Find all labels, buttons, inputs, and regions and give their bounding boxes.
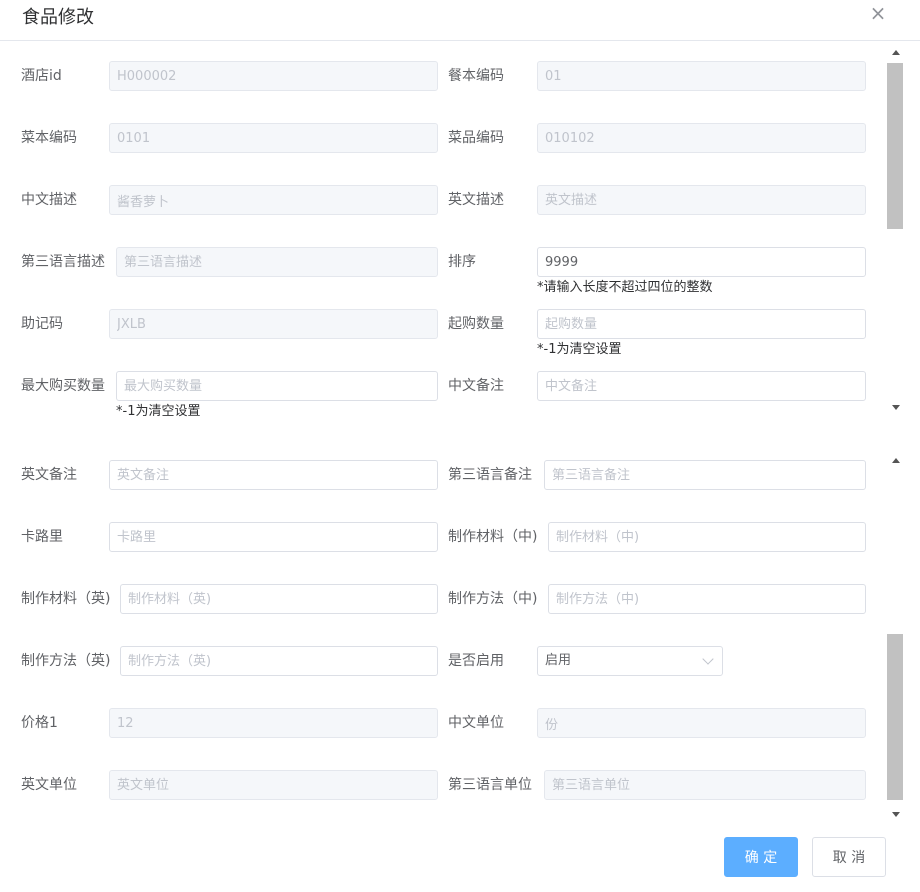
desc-third-label: 第三语言描述 — [21, 254, 105, 270]
note-cn-input[interactable] — [537, 371, 866, 401]
mnemonic-label: 助记码 — [21, 316, 63, 332]
scroll-up-icon[interactable] — [892, 50, 900, 55]
sort-label: 排序 — [448, 254, 476, 270]
mnemonic-input[interactable] — [109, 309, 438, 339]
enabled-label: 是否启用 — [448, 653, 504, 669]
enabled-select-value: 启用 — [545, 653, 572, 668]
sort-hint: *请输入长度不超过四位的整数 — [537, 280, 713, 295]
dish-code-label: 菜品编码 — [448, 130, 504, 146]
calories-label: 卡路里 — [21, 529, 63, 545]
min-qty-hint: *-1为清空设置 — [537, 342, 622, 357]
scroll-down-icon[interactable] — [892, 405, 900, 410]
menu-code-input[interactable] — [109, 123, 438, 153]
price1-label: 价格1 — [21, 715, 58, 731]
material-cn-label: 制作材料（中) — [448, 529, 538, 545]
method-en-input[interactable] — [120, 646, 438, 676]
unit-cn-input[interactable] — [537, 708, 866, 738]
unit-third-input[interactable] — [544, 770, 866, 800]
desc-en-label: 英文描述 — [448, 192, 504, 208]
chevron-down-icon — [702, 653, 714, 665]
scrollbar-bottom[interactable] — [884, 448, 906, 824]
calories-input[interactable] — [109, 522, 438, 552]
scrollbar-thumb-top[interactable] — [887, 63, 903, 229]
menu-code-label: 菜本编码 — [21, 130, 77, 146]
min-qty-input[interactable] — [537, 309, 866, 339]
dialog-header: 食品修改 × — [0, 0, 920, 41]
desc-cn-label: 中文描述 — [21, 192, 77, 208]
menu-book-code-label: 餐本编码 — [448, 68, 504, 84]
cancel-button[interactable]: 取 消 — [812, 837, 886, 877]
material-en-label: 制作材料（英) — [21, 591, 111, 607]
form-pane-top: 酒店id 餐本编码 菜本编码 菜品编码 中文描述 英文描述 第三语言描述 排序 … — [0, 42, 920, 426]
price1-input[interactable] — [109, 708, 438, 738]
dialog-title: 食品修改 — [22, 7, 94, 28]
scrollbar-top[interactable] — [884, 42, 906, 426]
method-cn-input[interactable] — [548, 584, 866, 614]
desc-cn-input[interactable] — [109, 185, 438, 215]
unit-en-input[interactable] — [109, 770, 438, 800]
method-en-label: 制作方法（英) — [21, 653, 111, 669]
material-cn-input[interactable] — [548, 522, 866, 552]
note-third-input[interactable] — [544, 460, 866, 490]
desc-third-input[interactable] — [116, 247, 438, 277]
min-qty-label: 起购数量 — [448, 316, 504, 332]
note-cn-label: 中文备注 — [448, 378, 504, 394]
desc-en-input[interactable] — [537, 185, 866, 215]
hotel-id-input[interactable] — [109, 61, 438, 91]
unit-cn-label: 中文单位 — [448, 715, 504, 731]
max-qty-input[interactable] — [116, 371, 438, 401]
enabled-select[interactable]: 启用 — [537, 646, 723, 676]
confirm-button[interactable]: 确 定 — [724, 837, 798, 877]
note-third-label: 第三语言备注 — [448, 467, 532, 483]
scroll-down-icon[interactable] — [892, 812, 900, 817]
menu-book-code-input[interactable] — [537, 61, 866, 91]
note-en-input[interactable] — [109, 460, 438, 490]
form-pane-bottom: 英文备注 第三语言备注 卡路里 制作材料（中) 制作材料（英) 制作方法（中) … — [0, 448, 920, 824]
max-qty-hint: *-1为清空设置 — [116, 404, 201, 419]
method-cn-label: 制作方法（中) — [448, 591, 538, 607]
unit-en-label: 英文单位 — [21, 777, 77, 793]
material-en-input[interactable] — [120, 584, 438, 614]
note-en-label: 英文备注 — [21, 467, 77, 483]
dish-code-input[interactable] — [537, 123, 866, 153]
close-icon[interactable]: × — [868, 3, 888, 23]
scroll-up-icon[interactable] — [892, 458, 900, 463]
unit-third-label: 第三语言单位 — [448, 777, 532, 793]
hotel-id-label: 酒店id — [21, 68, 62, 84]
scrollbar-thumb-bottom[interactable] — [887, 634, 903, 800]
sort-input[interactable] — [537, 247, 866, 277]
max-qty-label: 最大购买数量 — [21, 378, 105, 394]
